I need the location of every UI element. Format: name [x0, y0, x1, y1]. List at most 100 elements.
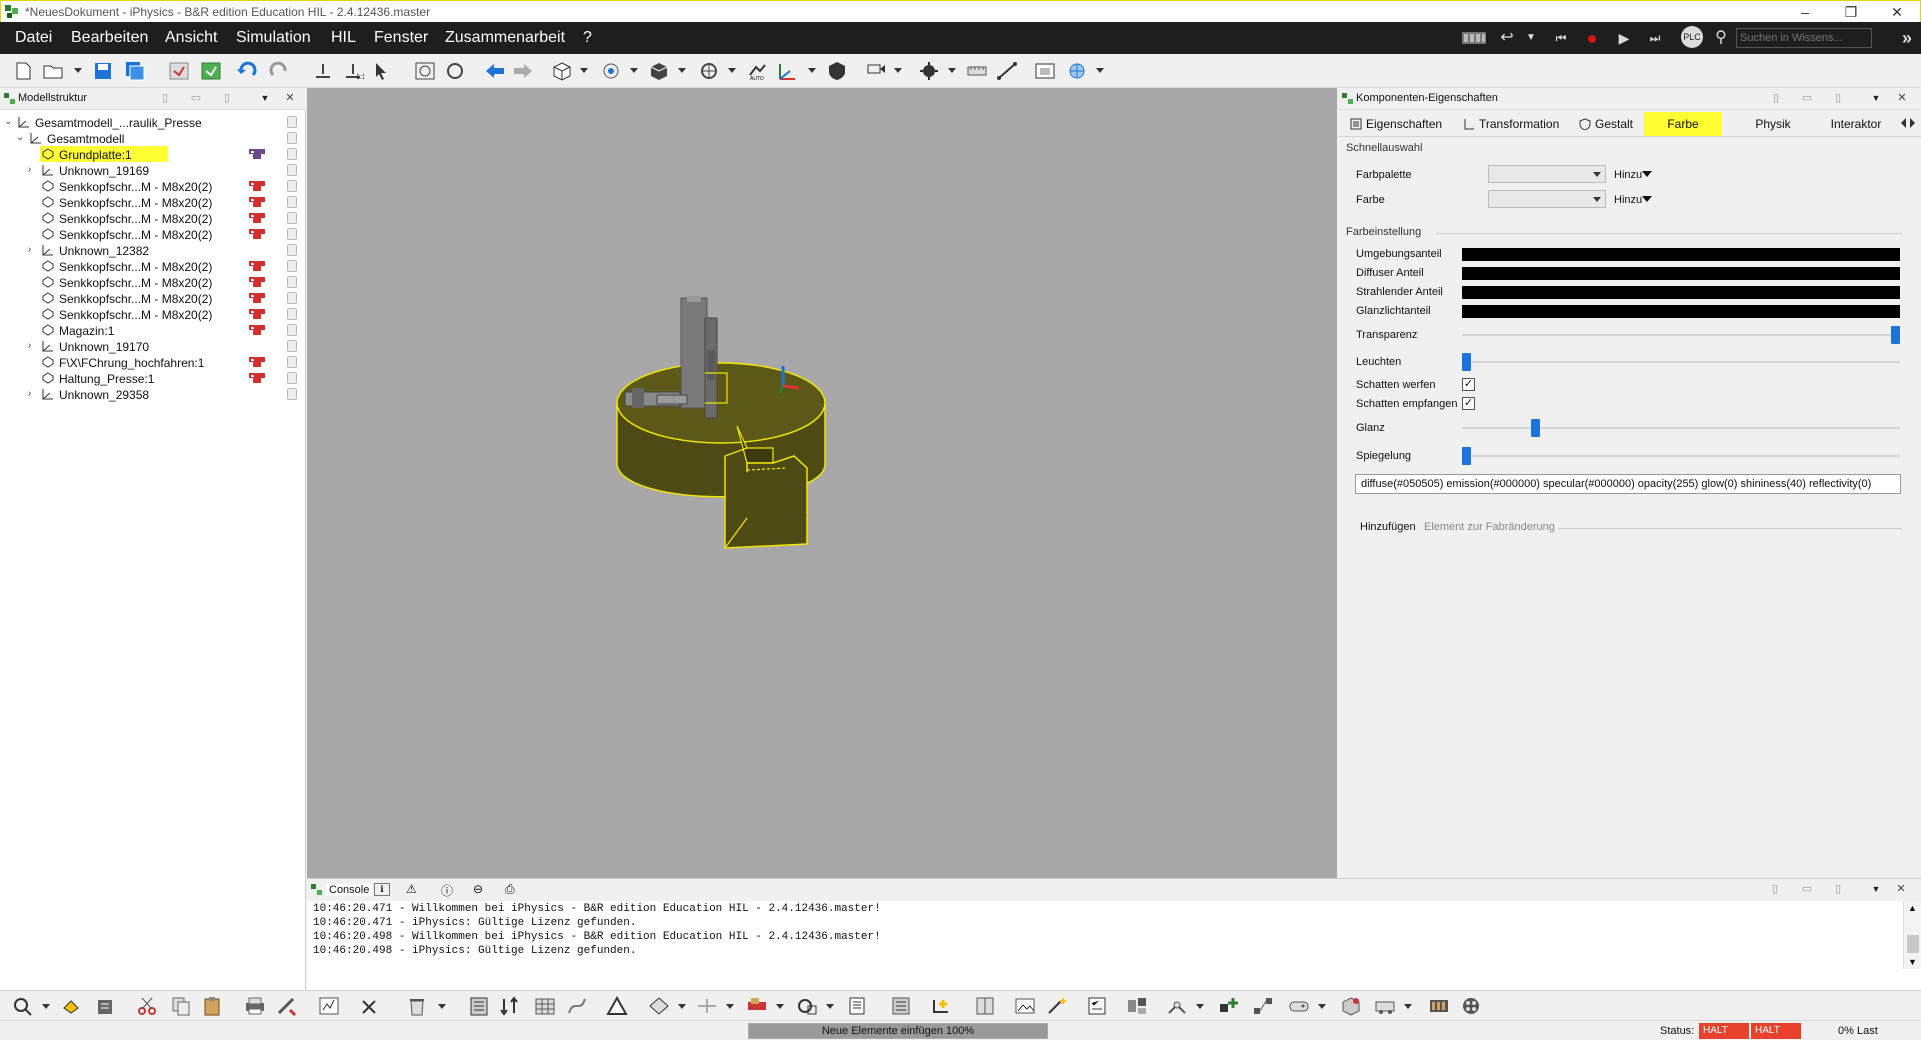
physics-state-icon[interactable]	[248, 148, 266, 160]
shape-diamond-icon[interactable]	[648, 996, 670, 1016]
expand-toggle-icon[interactable]: ›	[28, 340, 38, 352]
color-add-dropdown-icon[interactable]	[1642, 196, 1652, 202]
camera-icon[interactable]	[698, 61, 720, 81]
checklist-icon[interactable]	[1086, 996, 1108, 1016]
conveyor-icon[interactable]	[746, 996, 768, 1016]
scroll-up-icon[interactable]: ▲	[1908, 903, 1917, 913]
measure-icon[interactable]	[996, 61, 1018, 81]
component-library-icon[interactable]	[12, 996, 34, 1016]
tab-farbe[interactable]: Farbe	[1644, 112, 1722, 136]
menu-fenster[interactable]: Fenster	[374, 29, 428, 47]
visibility-toggle-icon[interactable]	[287, 164, 297, 176]
minimize-button[interactable]: –	[1782, 2, 1828, 22]
open-folder-icon[interactable]	[42, 61, 64, 81]
zoom-extents-icon[interactable]	[444, 61, 466, 81]
scene-object-icon[interactable]	[318, 996, 340, 1016]
cut-icon[interactable]	[136, 996, 158, 1016]
menu-hil[interactable]: HIL	[331, 29, 356, 47]
gamepad-icon[interactable]	[1288, 996, 1310, 1016]
expand-toggle-icon[interactable]: ⌄	[16, 132, 26, 144]
physics-state-icon[interactable]	[248, 228, 266, 240]
orbit-dropdown-icon[interactable]	[630, 68, 638, 73]
open-dropdown-icon[interactable]	[74, 68, 82, 73]
visibility-toggle-icon[interactable]	[287, 180, 297, 192]
visibility-toggle-icon[interactable]	[287, 356, 297, 368]
tree-row[interactable]: Senkkopfschr...M - M8x20(2)	[0, 290, 306, 306]
view-cube-icon[interactable]	[551, 61, 573, 81]
tree-row[interactable]: › Unknown_12382	[0, 242, 306, 258]
trash-icon[interactable]	[406, 996, 428, 1016]
console-menu-icon[interactable]: ▼	[1870, 883, 1882, 895]
tree-row[interactable]: Senkkopfschr...M - M8x20(2)	[0, 258, 306, 274]
expand-toggle-icon[interactable]: ⌄	[4, 116, 14, 128]
menu-zusammenarbeit[interactable]: Zusammenarbeit	[445, 29, 565, 47]
tree-row[interactable]: › Unknown_19169	[0, 162, 306, 178]
physics-state-icon[interactable]	[248, 180, 266, 192]
redo-icon[interactable]	[268, 61, 290, 81]
record-icon[interactable]: ●	[1582, 29, 1602, 47]
scroll-thumb[interactable]	[1907, 935, 1919, 953]
add-list-icon[interactable]	[94, 996, 116, 1016]
undo-history-icon[interactable]: ↩	[1497, 29, 1517, 47]
print-icon[interactable]	[244, 996, 266, 1016]
glow-slider-handle[interactable]	[1462, 353, 1471, 371]
joint-dropdown-icon[interactable]	[1196, 1004, 1204, 1009]
receive-shadow-checkbox[interactable]: ✓	[1462, 397, 1475, 410]
shininess-slider-handle[interactable]	[1531, 419, 1540, 437]
tree-row[interactable]: Senkkopfschr...M - M8x20(2)	[0, 210, 306, 226]
visibility-toggle-icon[interactable]	[287, 116, 297, 128]
skip-back-icon[interactable]: ⏮	[1551, 29, 1571, 47]
shininess-slider[interactable]	[1462, 427, 1900, 429]
grundplatte-model[interactable]	[616, 296, 826, 549]
trash-dropdown-icon[interactable]	[438, 1004, 446, 1009]
tree-row[interactable]: Haltung_Presse:1	[0, 370, 306, 386]
palette-select[interactable]	[1488, 165, 1606, 183]
cast-shadow-checkbox[interactable]: ✓	[1462, 378, 1475, 391]
visibility-toggle-icon[interactable]	[287, 308, 297, 320]
visibility-toggle-icon[interactable]	[287, 132, 297, 144]
physics-state-icon[interactable]	[248, 212, 266, 224]
panel-dock-right-icon[interactable]: ▯	[221, 92, 233, 104]
globe-settings-icon[interactable]	[1066, 61, 1088, 81]
tab-scroll-icon[interactable]	[1898, 116, 1918, 130]
paste-icon[interactable]	[202, 996, 224, 1016]
knowledge-search-input[interactable]	[1736, 28, 1872, 48]
visibility-toggle-icon[interactable]	[287, 388, 297, 400]
tree-row[interactable]: Magazin:1	[0, 322, 306, 338]
console-close-icon[interactable]: ✕	[1895, 883, 1907, 895]
visibility-toggle-icon[interactable]	[287, 324, 297, 336]
step-forward-icon[interactable]: ⏭	[1645, 29, 1665, 47]
add-connector-icon[interactable]	[930, 996, 952, 1016]
delete-icon[interactable]	[358, 996, 380, 1016]
document-icon[interactable]	[846, 996, 868, 1016]
joint-icon[interactable]	[1166, 996, 1188, 1016]
physics-state-icon[interactable]	[248, 196, 266, 208]
close-window-button[interactable]: ✕	[1874, 2, 1920, 22]
visibility-toggle-icon[interactable]	[287, 340, 297, 352]
conveyor-dropdown-icon[interactable]	[776, 1004, 784, 1009]
movie-reel-icon[interactable]	[1460, 996, 1482, 1016]
image-icon[interactable]	[1014, 996, 1036, 1016]
move-down-icon[interactable]	[312, 61, 334, 81]
light-icon[interactable]	[864, 61, 886, 81]
sparkle-edit-icon[interactable]	[1046, 996, 1068, 1016]
visibility-toggle-icon[interactable]	[287, 148, 297, 160]
diffuse-color-swatch[interactable]	[1462, 267, 1900, 280]
connect-nodes-icon[interactable]	[1252, 996, 1274, 1016]
tree-row[interactable]: ⌄ Gesamtmodell	[0, 130, 306, 146]
add-node-icon[interactable]	[1218, 996, 1240, 1016]
transparency-slider[interactable]	[1462, 334, 1900, 336]
tree-row[interactable]: Senkkopfschr...M - M8x20(2)	[0, 226, 306, 242]
panel-dock-left-icon[interactable]: ▯	[159, 92, 171, 104]
sort-icon[interactable]	[498, 996, 520, 1016]
tree-row[interactable]: Senkkopfschr...M - M8x20(2)	[0, 178, 306, 194]
palette-add-dropdown-icon[interactable]	[1642, 171, 1652, 177]
globe-dropdown-icon[interactable]	[1096, 68, 1104, 73]
tab-physik[interactable]: Physik	[1738, 112, 1808, 136]
console-tab[interactable]: Console	[326, 884, 373, 896]
visibility-toggle-icon[interactable]	[287, 244, 297, 256]
tab-interaktor[interactable]: Interaktor	[1816, 112, 1896, 136]
props-menu-icon[interactable]: ▼	[1870, 92, 1882, 104]
light-dropdown-icon[interactable]	[894, 68, 902, 73]
color-add-button[interactable]: Hinzu	[1614, 194, 1642, 206]
